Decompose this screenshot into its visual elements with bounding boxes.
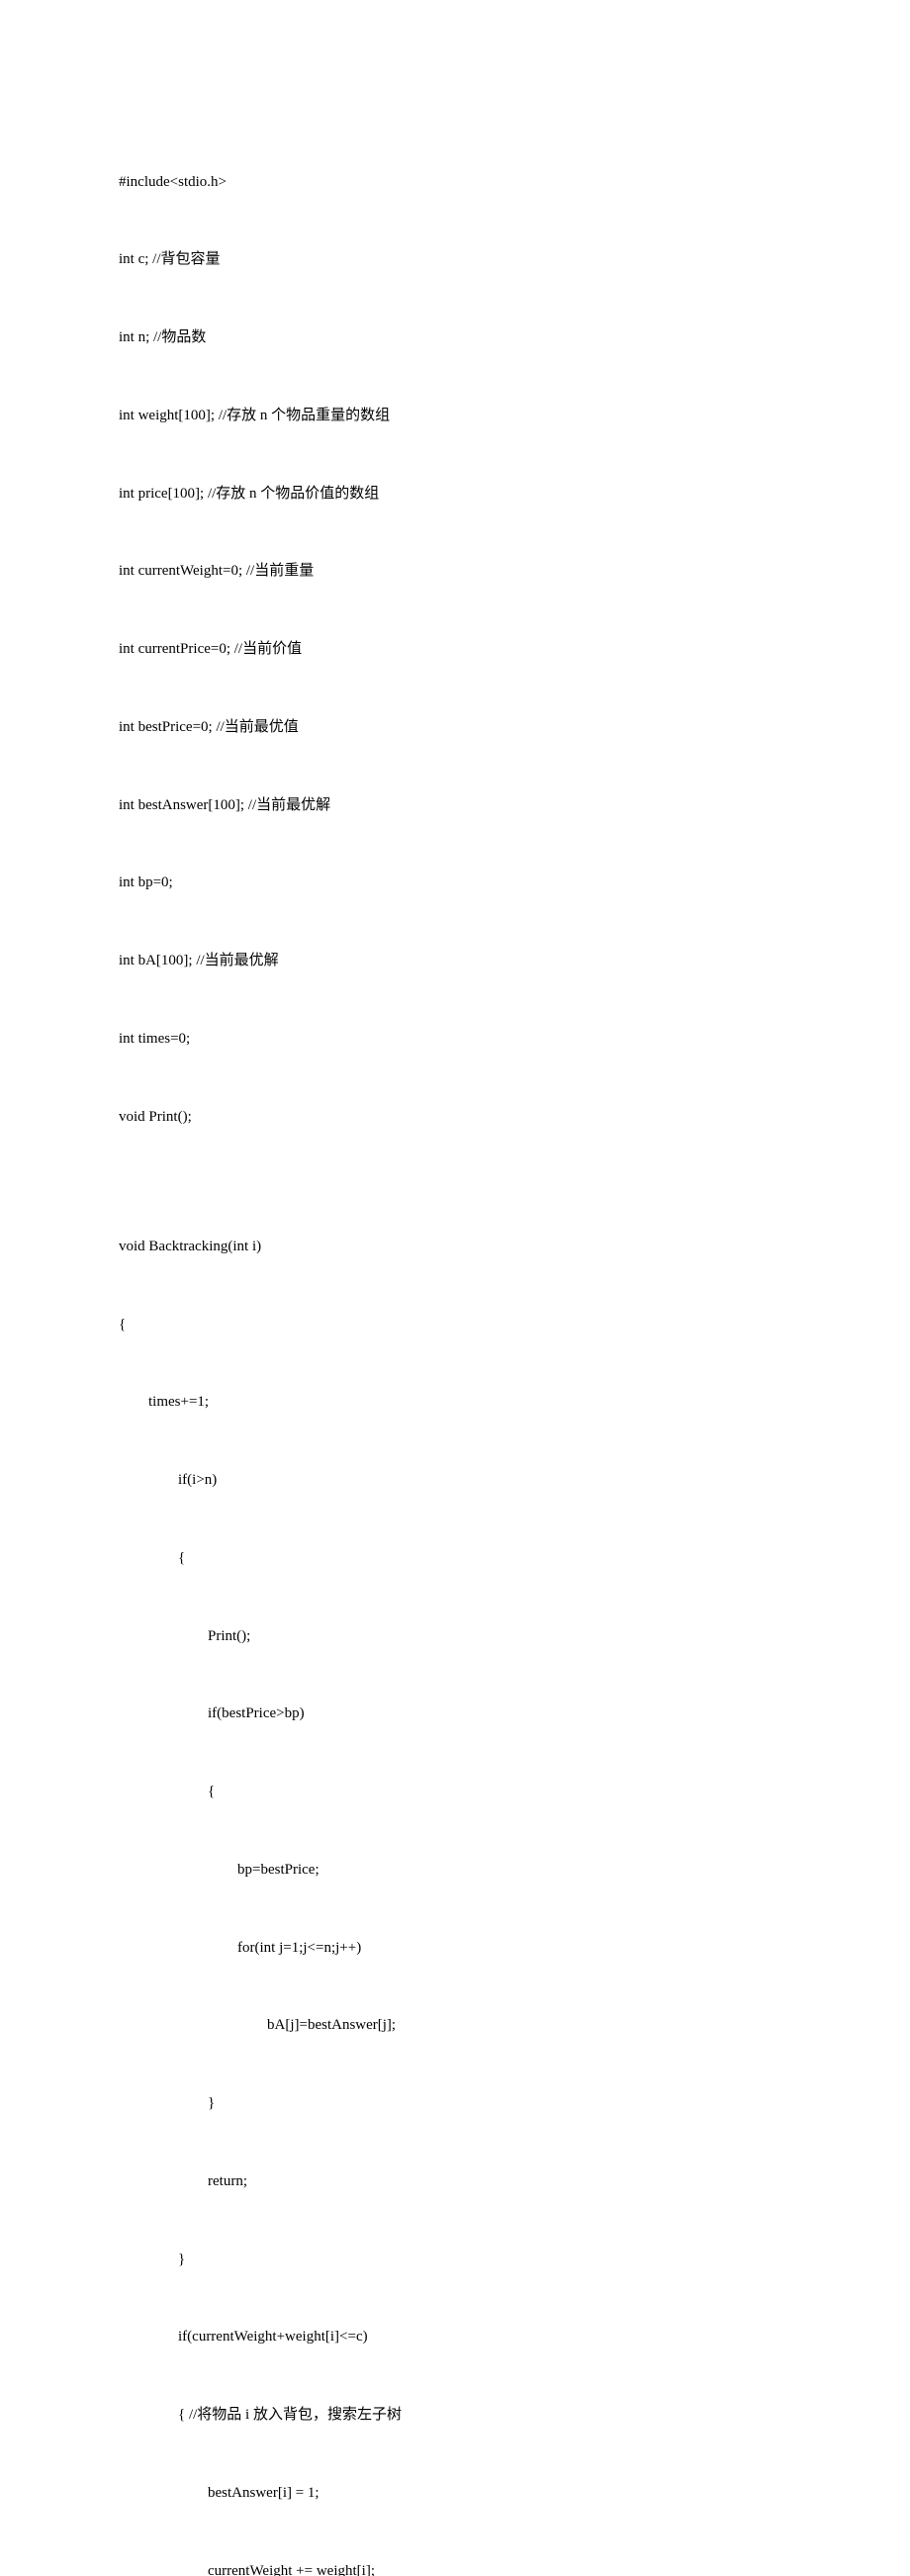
code-line: int currentPrice=0; //当前价值 <box>119 636 791 662</box>
code-line: int weight[100]; //存放 n 个物品重量的数组 <box>119 403 791 428</box>
code-line: int c; //背包容量 <box>119 246 791 272</box>
code-line: } <box>119 2247 791 2272</box>
code-line: int bestAnswer[100]; //当前最优解 <box>119 792 791 818</box>
code-line: bp=bestPrice; <box>119 1857 791 1883</box>
code-line: for(int j=1;j<=n;j++) <box>119 1935 791 1961</box>
code-line: if(currentWeight+weight[i]<=c) <box>119 2324 791 2349</box>
code-line: int currentWeight=0; //当前重量 <box>119 558 791 584</box>
code-line: { <box>119 1545 791 1571</box>
code-line: if(bestPrice>bp) <box>119 1701 791 1726</box>
code-line: { //将物品 i 放入背包，搜索左子树 <box>119 2402 791 2428</box>
code-line: int price[100]; //存放 n 个物品价值的数组 <box>119 481 791 506</box>
code-line: #include<stdio.h> <box>119 169 791 195</box>
code-line: int bA[100]; //当前最优解 <box>119 948 791 973</box>
code-line: currentWeight += weight[i]; <box>119 2558 791 2576</box>
code-line: int times=0; <box>119 1026 791 1052</box>
code-line: int bestPrice=0; //当前最优值 <box>119 714 791 740</box>
code-line: times+=1; <box>119 1389 791 1415</box>
code-line: bA[j]=bestAnswer[j]; <box>119 2012 791 2038</box>
code-line: if(i>n) <box>119 1467 791 1493</box>
code-line: Print(); <box>119 1623 791 1649</box>
document-page: #include<stdio.h> int c; //背包容量 int n; /… <box>0 0 910 2576</box>
code-line: bestAnswer[i] = 1; <box>119 2480 791 2506</box>
code-line: int bp=0; <box>119 870 791 895</box>
code-line: void Backtracking(int i) <box>119 1234 791 1259</box>
code-line: } <box>119 2090 791 2116</box>
code-listing: #include<stdio.h> int c; //背包容量 int n; /… <box>119 117 791 2576</box>
code-line: void Print(); <box>119 1104 791 1130</box>
code-line: int n; //物品数 <box>119 324 791 350</box>
code-line: { <box>119 1779 791 1804</box>
code-line: { <box>119 1312 791 1337</box>
code-line: return; <box>119 2168 791 2194</box>
